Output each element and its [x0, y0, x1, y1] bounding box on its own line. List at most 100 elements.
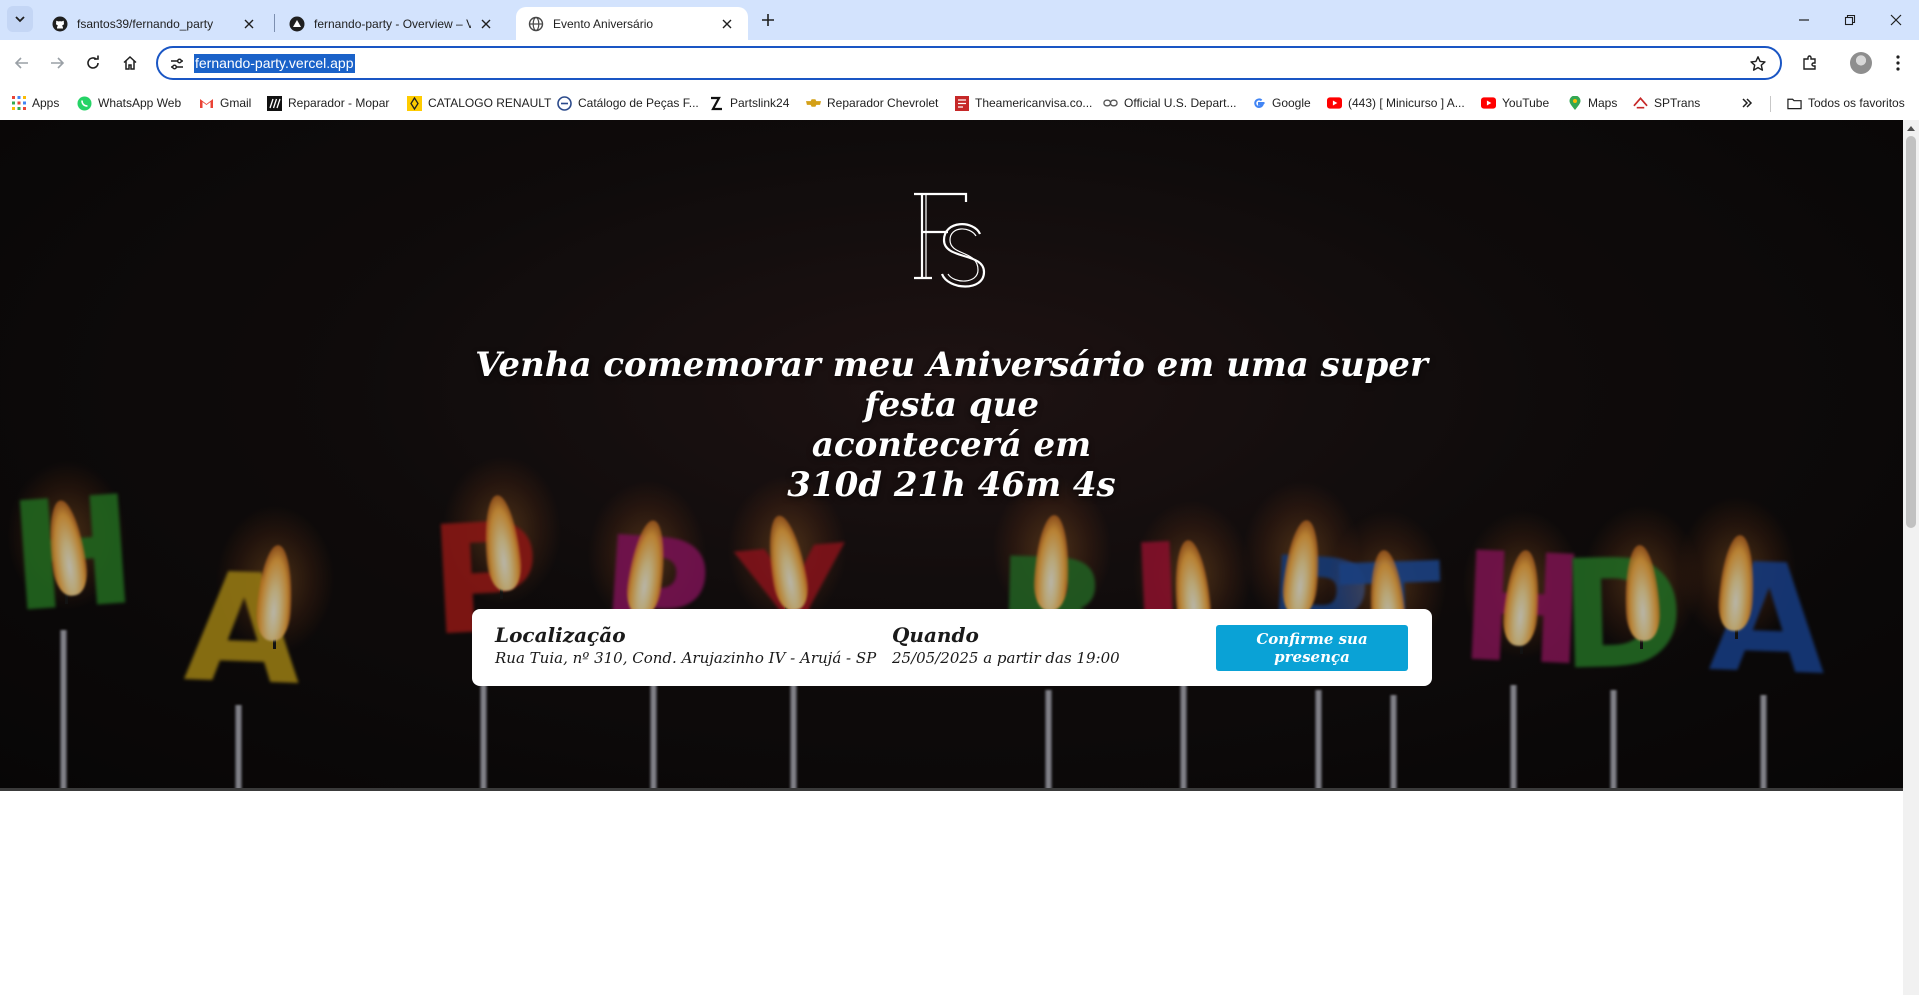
reload-button[interactable]: [80, 50, 106, 76]
when-heading: Quando: [892, 623, 979, 647]
when-block: Quando 25/05/2025 a partir das 19:00: [892, 623, 1120, 668]
bookmark-label: YouTube: [1502, 96, 1550, 110]
bookmark-label: Reparador - Mopar: [288, 96, 390, 110]
new-tab-button[interactable]: [756, 8, 780, 32]
location-heading: Localização: [495, 623, 626, 647]
maps-icon: [1567, 95, 1582, 111]
back-button[interactable]: [9, 50, 35, 76]
bookmark-label: CATALOGO RENAULT: [428, 96, 552, 110]
bookmark-whatsapp[interactable]: WhatsApp Web: [77, 94, 181, 112]
bookmarks-bar: Apps WhatsApp Web Gmail Reparador - Mopa…: [0, 86, 1919, 120]
bookmark-label: Google: [1272, 96, 1311, 110]
tab-title: fernando-party - Overview – Vercel: [314, 16, 471, 31]
visa-site-icon: [954, 95, 969, 111]
bookmark-parts-catalog[interactable]: Catálogo de Peças F...: [557, 94, 699, 112]
bookmarks-overflow-button[interactable]: [1739, 94, 1760, 112]
close-icon[interactable]: [240, 15, 258, 33]
youtube-icon: [1481, 96, 1496, 111]
bookmark-youtube[interactable]: YouTube: [1481, 94, 1549, 112]
folder-icon: [1787, 96, 1802, 111]
gmail-icon: [199, 96, 214, 111]
bookmark-label: Gmail: [220, 96, 252, 110]
tab-evento-aniversario[interactable]: Evento Aniversário: [516, 7, 748, 40]
headline-line-2: acontecerá em: [811, 425, 1092, 465]
hero-divider: [0, 788, 1903, 791]
bookmark-apps[interactable]: Apps: [11, 94, 59, 112]
hero-section: HAPPYBIRTHDA FS Venha comemorar meu Aniv…: [0, 120, 1903, 791]
tab-search-button[interactable]: [7, 6, 33, 32]
bookmark-label: Catálogo de Peças F...: [578, 96, 699, 110]
minimize-button[interactable]: [1781, 6, 1827, 34]
page-scrollbar[interactable]: [1903, 120, 1919, 995]
chevron-down-icon: [15, 16, 25, 23]
mopar-icon: [267, 95, 282, 111]
location-value: Rua Tuia, nº 310, Cond. Arujazinho IV - …: [495, 649, 877, 667]
apps-grid-icon: [11, 96, 26, 111]
bookmark-gmail[interactable]: Gmail: [199, 94, 251, 112]
countdown-timer: 310d 21h 46m 4s: [787, 465, 1116, 505]
home-button[interactable]: [117, 50, 143, 76]
bookmark-label: Maps: [1588, 96, 1618, 110]
bookmark-mopar[interactable]: Reparador - Mopar: [267, 94, 389, 112]
confirm-presence-button[interactable]: Confirme sua presença: [1216, 625, 1408, 671]
tab-strip: fsantos39/fernando_party fernando-party …: [0, 0, 1919, 40]
forward-button[interactable]: [44, 50, 70, 76]
close-window-button[interactable]: [1873, 6, 1919, 34]
bookmark-theamericanvisa[interactable]: Theamericanvisa.co...: [954, 94, 1092, 112]
tab-github[interactable]: fsantos39/fernando_party: [40, 7, 270, 40]
bookmark-label: Partslink24: [730, 96, 790, 110]
chevrolet-icon: [806, 96, 821, 111]
bookmark-label: Official U.S. Depart...: [1124, 96, 1237, 110]
address-bar[interactable]: fernando-party.vercel.app: [156, 46, 1782, 80]
bookmark-partslink24[interactable]: Partslink24: [709, 94, 789, 112]
url-text[interactable]: fernando-party.vercel.app: [194, 54, 355, 73]
bookmark-us-department[interactable]: Official U.S. Depart...: [1103, 94, 1236, 112]
link-icon: [1103, 96, 1118, 111]
puzzle-icon: [1803, 55, 1816, 70]
whatsapp-icon: [77, 96, 92, 111]
bookmark-renault[interactable]: CATALOGO RENAULT: [407, 94, 551, 112]
close-icon[interactable]: [477, 15, 495, 33]
bookmark-chevrolet[interactable]: Reparador Chevrolet: [806, 94, 938, 112]
site-settings-icon[interactable]: [168, 55, 186, 73]
tab-vercel[interactable]: fernando-party - Overview – Vercel: [277, 7, 507, 40]
tab-title: Evento Aniversário: [553, 16, 654, 31]
partslink-icon: [709, 96, 724, 111]
vercel-icon: [289, 16, 305, 32]
minimize-icon: [1799, 19, 1809, 21]
profile-avatar[interactable]: [1850, 52, 1872, 74]
more-vertical-icon: [1896, 55, 1900, 71]
page-viewport: HAPPYBIRTHDA FS Venha comemorar meu Aniv…: [0, 120, 1903, 995]
close-icon[interactable]: [718, 15, 736, 33]
arrow-right-icon: [51, 57, 65, 69]
bookmark-label: Todos os favoritos: [1808, 96, 1905, 110]
tab-title: fsantos39/fernando_party: [77, 16, 214, 31]
headline-line-1: Venha comemorar meu Aniversário em uma s…: [475, 345, 1428, 425]
event-info-card: Localização Rua Tuia, nº 310, Cond. Aruj…: [472, 609, 1432, 686]
scrollbar-thumb[interactable]: [1906, 136, 1916, 528]
bookmark-google[interactable]: Google: [1251, 94, 1311, 112]
extensions-button[interactable]: [1797, 50, 1823, 76]
fs-monogram-logo: FS: [914, 192, 986, 288]
restore-button[interactable]: [1827, 6, 1873, 34]
bookmark-star-icon[interactable]: [1748, 54, 1768, 74]
when-value: 25/05/2025 a partir das 19:00: [892, 649, 1120, 667]
scroll-up-arrow-icon[interactable]: [1903, 120, 1919, 136]
google-icon: [1251, 96, 1266, 111]
bookmarks-divider: [1770, 96, 1771, 112]
bookmark-minicurso[interactable]: (443) [ Minicurso ] A...: [1327, 94, 1465, 112]
home-icon: [123, 55, 137, 70]
hero-headline: Venha comemorar meu Aniversário em uma s…: [430, 345, 1473, 505]
all-bookmarks-folder[interactable]: Todos os favoritos: [1787, 94, 1905, 112]
bookmark-label: Reparador Chevrolet: [827, 96, 939, 110]
bookmark-sptrans[interactable]: SPTrans: [1633, 94, 1700, 112]
restore-icon: [1844, 14, 1856, 26]
parts-catalog-icon: [557, 95, 572, 111]
reload-icon: [87, 55, 99, 69]
tab-divider: [274, 14, 275, 32]
globe-icon: [528, 16, 544, 32]
bookmark-maps[interactable]: Maps: [1567, 94, 1617, 112]
menu-button[interactable]: [1885, 50, 1911, 76]
youtube-icon: [1327, 96, 1342, 111]
bookmark-label: WhatsApp Web: [98, 96, 182, 110]
